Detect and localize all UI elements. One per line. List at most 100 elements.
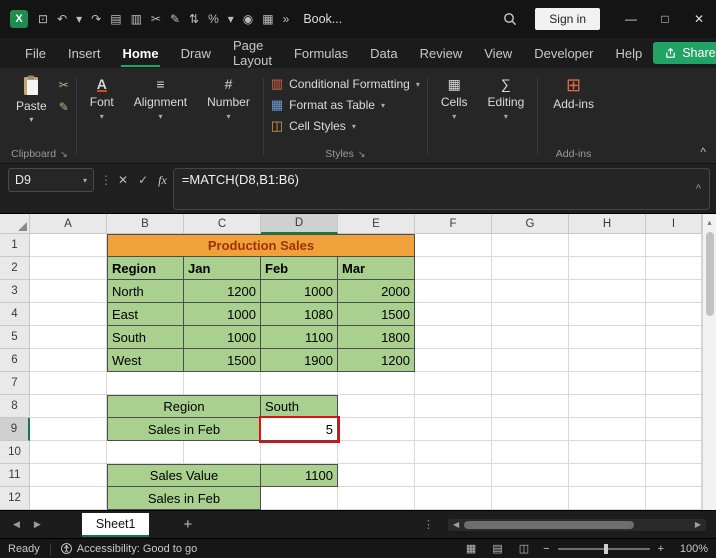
row-header-9[interactable]: 9 (0, 418, 30, 441)
ribbon-group-font[interactable]: A Font ▾ (80, 72, 124, 163)
cell-D10[interactable] (261, 441, 338, 464)
tab-home[interactable]: Home (111, 38, 169, 68)
cell-E4[interactable]: 1500 (338, 303, 415, 326)
scroll-right-icon[interactable]: ▶ (690, 520, 706, 529)
tab-review[interactable]: Review (409, 38, 474, 68)
percent-style-icon[interactable]: % (208, 13, 219, 25)
cell-H10[interactable] (569, 441, 646, 464)
undo-dropdown-icon[interactable]: ▾ (76, 13, 82, 25)
tab-file[interactable]: File (14, 38, 57, 68)
cell-G3[interactable] (492, 280, 569, 303)
row-header-1[interactable]: 1 (0, 234, 30, 257)
tab-data[interactable]: Data (359, 38, 408, 68)
excel-logo-icon[interactable]: X (10, 10, 28, 28)
ribbon-group-number[interactable]: # Number ▾ (197, 72, 260, 163)
horizontal-scroll-thumb[interactable] (464, 520, 635, 529)
cell-I6[interactable] (646, 349, 702, 372)
cell-I11[interactable] (646, 464, 702, 487)
format-as-table-button[interactable]: ▦ Format as Table ▾ (271, 97, 420, 113)
horizontal-scrollbar[interactable]: ◀ ▶ (448, 518, 706, 531)
cell-I9[interactable] (646, 418, 702, 441)
vertical-scrollbar[interactable]: ▴ (702, 214, 716, 510)
minimize-button[interactable]: — (614, 0, 648, 38)
name-box[interactable]: D9 ▾ (8, 168, 94, 192)
clipboard-dialog-launcher-icon[interactable]: ↘ (60, 149, 68, 160)
cell-E3[interactable]: 2000 (338, 280, 415, 303)
zoom-out-icon[interactable]: − (543, 543, 549, 555)
cell-F6[interactable] (415, 349, 492, 372)
cell-G2[interactable] (492, 257, 569, 280)
cell-C7[interactable] (184, 372, 261, 395)
column-header-E[interactable]: E (338, 214, 415, 234)
cell-B2[interactable]: Region (107, 257, 184, 280)
cell-F4[interactable] (415, 303, 492, 326)
column-header-I[interactable]: I (646, 214, 702, 234)
screenshot-icon[interactable]: ◉ (243, 13, 253, 25)
redo-icon[interactable]: ↷ (91, 13, 101, 25)
cell-A10[interactable] (30, 441, 107, 464)
scroll-left-icon[interactable]: ◀ (448, 520, 464, 529)
cell-G4[interactable] (492, 303, 569, 326)
row-header-5[interactable]: 5 (0, 326, 30, 349)
sort-icon[interactable]: ⇅ (189, 13, 199, 25)
cell-H3[interactable] (569, 280, 646, 303)
column-header-B[interactable]: B (107, 214, 184, 234)
cell-D5[interactable]: 1100 (261, 326, 338, 349)
cell-I2[interactable] (646, 257, 702, 280)
cancel-icon[interactable]: ✕ (118, 173, 128, 187)
cell-H11[interactable] (569, 464, 646, 487)
cell-D2[interactable]: Feb (261, 257, 338, 280)
cell-E7[interactable] (338, 372, 415, 395)
cell-F5[interactable] (415, 326, 492, 349)
cell-I1[interactable] (646, 234, 702, 257)
cell-A8[interactable] (30, 395, 107, 418)
tab-page-layout[interactable]: Page Layout (222, 38, 283, 68)
cell-H9[interactable] (569, 418, 646, 441)
cell-E6[interactable]: 1200 (338, 349, 415, 372)
new-sheet-button[interactable]: + (183, 516, 192, 533)
cell-D3[interactable]: 1000 (261, 280, 338, 303)
cell-C4[interactable]: 1000 (184, 303, 261, 326)
styles-dialog-launcher-icon[interactable]: ↘ (358, 149, 366, 160)
cell-B7[interactable] (107, 372, 184, 395)
cell-B5[interactable]: South (107, 326, 184, 349)
zoom-slider[interactable] (557, 543, 650, 554)
cell-G5[interactable] (492, 326, 569, 349)
toolbar-overflow-icon[interactable]: » (283, 13, 290, 25)
cell-B10[interactable] (107, 441, 184, 464)
insert-function-icon[interactable]: fx (158, 173, 167, 188)
tab-formulas[interactable]: Formulas (283, 38, 359, 68)
column-header-D[interactable]: D (261, 214, 338, 234)
cell-F9[interactable] (415, 418, 492, 441)
undo-icon[interactable]: ↶ (57, 13, 67, 25)
normal-view-icon[interactable]: ▦ (466, 542, 476, 555)
save-icon[interactable]: ⊡ (38, 13, 48, 25)
cell-H1[interactable] (569, 234, 646, 257)
tab-scroll-divider-icon[interactable]: ⋮ (423, 518, 434, 531)
cell-H5[interactable] (569, 326, 646, 349)
cell-A11[interactable] (30, 464, 107, 487)
cell-E12[interactable] (338, 487, 415, 510)
format-painter-icon[interactable]: ✎ (170, 13, 180, 25)
cell-A9[interactable] (30, 418, 107, 441)
cell-C2[interactable]: Jan (184, 257, 261, 280)
cell-I8[interactable] (646, 395, 702, 418)
zoom-level[interactable]: 100% (672, 543, 708, 555)
cell-H2[interactable] (569, 257, 646, 280)
tab-view[interactable]: View (473, 38, 523, 68)
cell-E10[interactable] (338, 441, 415, 464)
cell-D4[interactable]: 1080 (261, 303, 338, 326)
cell-A6[interactable] (30, 349, 107, 372)
formula-bar-expand-icon[interactable]: ^ (696, 183, 701, 195)
cell-F3[interactable] (415, 280, 492, 303)
row-header-8[interactable]: 8 (0, 395, 30, 418)
cell-D7[interactable] (261, 372, 338, 395)
cut-icon[interactable]: ✂ (59, 78, 69, 92)
ribbon-group-cells[interactable]: ▦ Cells ▾ (431, 72, 478, 163)
cell-B6[interactable]: West (107, 349, 184, 372)
share-button[interactable]: Share ▾ (653, 42, 716, 64)
cell-C3[interactable]: 1200 (184, 280, 261, 303)
cell-I7[interactable] (646, 372, 702, 395)
cell-B12[interactable]: Sales in Feb (107, 487, 261, 510)
row-header-3[interactable]: 3 (0, 280, 30, 303)
